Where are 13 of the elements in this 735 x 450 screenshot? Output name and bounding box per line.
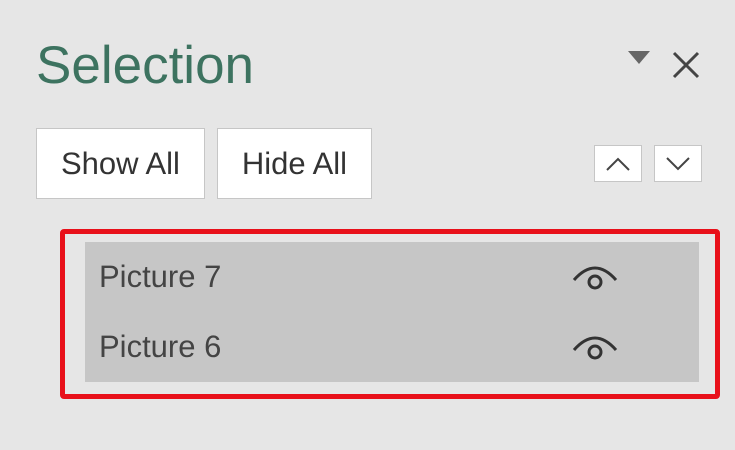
item-name: Picture 6 <box>99 329 222 365</box>
list-item[interactable]: Picture 7 <box>85 242 699 312</box>
list-item[interactable]: Picture 6 <box>85 312 699 382</box>
show-all-button[interactable]: Show All <box>36 128 205 199</box>
dropdown-icon[interactable] <box>628 51 650 65</box>
chevron-up-icon <box>605 156 631 172</box>
item-name: Picture 7 <box>99 259 222 295</box>
move-up-button[interactable] <box>594 145 642 182</box>
close-icon[interactable] <box>672 51 700 79</box>
chevron-down-icon <box>665 156 691 172</box>
pane-title: Selection <box>36 34 256 96</box>
move-down-button[interactable] <box>654 145 702 182</box>
hide-all-button[interactable]: Hide All <box>216 128 372 199</box>
